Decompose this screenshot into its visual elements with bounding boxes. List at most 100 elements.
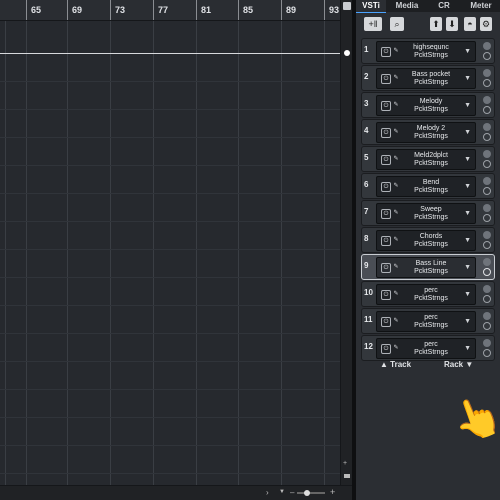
zoom-out-icon[interactable]: – xyxy=(290,488,294,497)
power-icon[interactable]: ⏻ xyxy=(381,236,391,246)
slot-activate-icon[interactable] xyxy=(483,231,491,239)
dropdown-icon[interactable]: ▼ xyxy=(464,75,471,82)
instrument-slot[interactable]: 7 ⏻ ✎ Sweep PcktStrngs ▼ xyxy=(361,200,495,226)
arrangement-grid[interactable] xyxy=(0,21,340,485)
slot-activate-icon[interactable] xyxy=(483,177,491,185)
edit-icon[interactable]: ✎ xyxy=(392,290,400,298)
instrument-box[interactable]: ⏻ ✎ perc PcktStrngs ▼ xyxy=(376,338,476,359)
power-icon[interactable]: ⏻ xyxy=(381,47,391,57)
dropdown-icon[interactable]: ▼ xyxy=(464,183,471,190)
slot-monitor-icon[interactable] xyxy=(483,133,491,141)
slot-activate-icon[interactable] xyxy=(483,123,491,131)
slot-monitor-icon[interactable] xyxy=(483,187,491,195)
edit-icon[interactable]: ✎ xyxy=(392,47,400,55)
zoom-icon[interactable] xyxy=(343,2,351,10)
edit-icon[interactable]: ✎ xyxy=(392,74,400,82)
edit-icon[interactable]: ✎ xyxy=(392,155,400,163)
instrument-slot[interactable]: 12 ⏻ ✎ perc PcktStrngs ▼ xyxy=(361,335,495,361)
dropdown-icon[interactable]: ▼ xyxy=(464,291,471,298)
dropdown-icon[interactable]: ▼ xyxy=(464,237,471,244)
slot-monitor-icon[interactable] xyxy=(483,106,491,114)
move-down-icon[interactable]: ⬇ xyxy=(446,17,458,31)
instrument-box[interactable]: ⏻ ✎ Bass Line PcktStrngs ▼ xyxy=(376,257,476,278)
instrument-box[interactable]: ⏻ ✎ perc PcktStrngs ▼ xyxy=(376,311,476,332)
tab-cr[interactable]: CR xyxy=(428,0,460,12)
zoom-handle[interactable] xyxy=(304,490,310,496)
slot-activate-icon[interactable] xyxy=(483,96,491,104)
dropdown-icon[interactable]: ▼ xyxy=(464,318,471,325)
slot-monitor-icon[interactable] xyxy=(483,241,491,249)
edit-icon[interactable]: ✎ xyxy=(392,263,400,271)
dropdown-icon[interactable]: ▼ xyxy=(464,264,471,271)
rack-footer-button[interactable]: Rack ▼ xyxy=(444,360,473,369)
instrument-slot[interactable]: 2 ⏻ ✎ Bass pocket PcktStrngs ▼ xyxy=(361,65,495,91)
slot-activate-icon[interactable] xyxy=(483,339,491,347)
horizontal-scrollbar[interactable]: › ▼ – + xyxy=(0,485,352,500)
power-icon[interactable]: ⏻ xyxy=(381,128,391,138)
automation-handle[interactable] xyxy=(344,50,350,56)
instrument-box[interactable]: ⏻ ✎ Melody PcktStrngs ▼ xyxy=(376,95,476,116)
instrument-slot[interactable]: 3 ⏻ ✎ Melody PcktStrngs ▼ xyxy=(361,92,495,118)
track-footer-button[interactable]: ▲ Track xyxy=(380,360,411,369)
power-icon[interactable]: ⏻ xyxy=(381,344,391,354)
slot-activate-icon[interactable] xyxy=(483,285,491,293)
power-icon[interactable]: ⏻ xyxy=(381,101,391,111)
instrument-box[interactable]: ⏻ ✎ perc PcktStrngs ▼ xyxy=(376,284,476,305)
timeline-ruler[interactable]: 65 69 73 77 81 85 89 93 xyxy=(0,0,340,21)
instrument-slot[interactable]: 4 ⏻ ✎ Melody 2 PcktStrngs ▼ xyxy=(361,119,495,145)
instrument-box[interactable]: ⏻ ✎ Meld2dplct PcktStrngs ▼ xyxy=(376,149,476,170)
edit-icon[interactable]: ✎ xyxy=(392,344,400,352)
power-icon[interactable]: ⏻ xyxy=(381,317,391,327)
slot-monitor-icon[interactable] xyxy=(483,79,491,87)
instrument-slot[interactable]: 8 ⏻ ✎ Chords PcktStrngs ▼ xyxy=(361,227,495,253)
slot-monitor-icon[interactable] xyxy=(483,322,491,330)
instrument-box[interactable]: ⏻ ✎ Melody 2 PcktStrngs ▼ xyxy=(376,122,476,143)
slot-activate-icon[interactable] xyxy=(483,69,491,77)
instrument-box[interactable]: ⏻ ✎ Bass pocket PcktStrngs ▼ xyxy=(376,68,476,89)
instrument-box[interactable]: ⏻ ✎ Bend PcktStrngs ▼ xyxy=(376,176,476,197)
slot-activate-icon[interactable] xyxy=(483,204,491,212)
power-icon[interactable]: ⏻ xyxy=(381,209,391,219)
edit-icon[interactable]: ✎ xyxy=(392,236,400,244)
zoom-slider-icon[interactable] xyxy=(344,474,350,478)
slot-monitor-icon[interactable] xyxy=(483,349,491,357)
slot-monitor-icon[interactable] xyxy=(483,295,491,303)
arrangement-area[interactable]: 65 69 73 77 81 85 89 93 + › ▼ – + xyxy=(0,0,352,500)
instrument-box[interactable]: ⏻ ✎ highsequnc PcktStrngs ▼ xyxy=(376,41,476,62)
dropdown-icon[interactable]: ▼ xyxy=(464,156,471,163)
slot-monitor-icon[interactable] xyxy=(483,160,491,168)
instrument-slot[interactable]: 10 ⏻ ✎ perc PcktStrngs ▼ xyxy=(361,281,495,307)
tab-meter[interactable]: Meter xyxy=(462,0,500,12)
zoom-in-icon[interactable]: + xyxy=(330,487,335,497)
zoom-slider[interactable] xyxy=(297,492,325,494)
dropdown-icon[interactable]: ▼ xyxy=(464,48,471,55)
edit-icon[interactable]: ✎ xyxy=(392,317,400,325)
power-icon[interactable]: ⏻ xyxy=(381,263,391,273)
slot-activate-icon[interactable] xyxy=(483,42,491,50)
instrument-box[interactable]: ⏻ ✎ Sweep PcktStrngs ▼ xyxy=(376,203,476,224)
slot-monitor-icon[interactable] xyxy=(483,214,491,222)
dropdown-icon[interactable]: ▼ xyxy=(464,129,471,136)
slot-activate-icon[interactable] xyxy=(483,150,491,158)
eye-icon[interactable]: ◓ xyxy=(464,17,476,31)
slot-activate-icon[interactable] xyxy=(483,258,491,266)
slot-activate-icon[interactable] xyxy=(483,312,491,320)
power-icon[interactable]: ⏻ xyxy=(381,155,391,165)
edit-icon[interactable]: ✎ xyxy=(392,182,400,190)
power-icon[interactable]: ⏻ xyxy=(381,74,391,84)
edit-icon[interactable]: ✎ xyxy=(392,209,400,217)
dropdown-icon[interactable]: ▼ xyxy=(464,102,471,109)
search-icon[interactable]: ⌕ xyxy=(390,17,404,31)
automation-line[interactable] xyxy=(0,53,340,54)
tab-vsti[interactable]: VSTi xyxy=(356,0,386,13)
slot-monitor-icon[interactable] xyxy=(483,268,491,276)
edit-icon[interactable]: ✎ xyxy=(392,101,400,109)
edit-icon[interactable]: ✎ xyxy=(392,128,400,136)
instrument-slot-selected[interactable]: 9 ⏻ ✎ Bass Line PcktStrngs ▼ xyxy=(361,254,495,280)
zoom-plus-icon[interactable]: + xyxy=(343,460,347,467)
instrument-slot[interactable]: 6 ⏻ ✎ Bend PcktStrngs ▼ xyxy=(361,173,495,199)
dropdown-icon[interactable]: ▼ xyxy=(464,210,471,217)
dropdown-icon[interactable]: ▼ xyxy=(279,489,285,495)
instrument-slot[interactable]: 11 ⏻ ✎ perc PcktStrngs ▼ xyxy=(361,308,495,334)
move-up-icon[interactable]: ⬆ xyxy=(430,17,442,31)
